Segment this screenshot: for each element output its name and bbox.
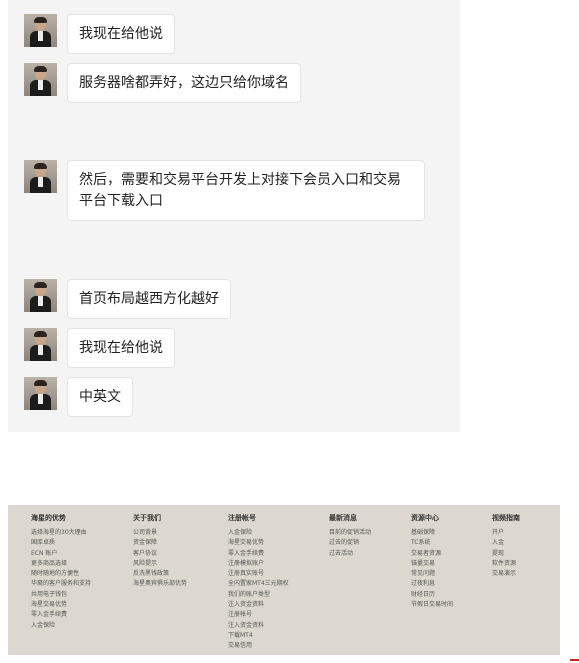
avatar[interactable] [24,63,57,96]
footer-link[interactable]: 注册模拟账户 [228,559,289,569]
footer-link[interactable]: 海星交易优势 [31,600,91,610]
corner-mark [570,659,579,661]
message-bubble[interactable]: 我现在给他说 [67,328,175,368]
footer-link[interactable]: 交易演示 [492,569,520,579]
footer-link[interactable]: 注入资金资料 [228,621,289,631]
footer-link[interactable]: 国库卓质 [31,538,91,548]
footer-link[interactable]: 海星奥宾俱乐部优势 [133,579,187,589]
footer-link[interactable]: 资金保障 [133,538,187,548]
footer-link[interactable]: 财经日历 [411,590,453,600]
avatar[interactable] [24,328,57,361]
avatar[interactable] [24,377,57,410]
avatar[interactable] [24,160,57,193]
footer-link[interactable]: 公司背景 [133,528,187,538]
footer-link[interactable]: 提现 [492,549,520,559]
footer-link[interactable]: 软件资源 [492,559,520,569]
footer-link[interactable]: 注册真实账号 [228,569,289,579]
footer-link[interactable]: ECN 账户 [31,549,91,559]
footer-column-news: 最新消息 目前的促销活动 过去的促销 过去活动 [329,514,371,559]
footer-link[interactable]: 全内置家MT4三元期权 [228,579,289,589]
footer-link[interactable]: 目前的促销活动 [329,528,371,538]
footer-link[interactable]: 节假日交易时间 [411,600,453,610]
footer-link[interactable]: 交易信用 [228,641,289,651]
footer-link[interactable]: 过夜利息 [411,579,453,589]
message-bubble[interactable]: 中英文 [67,377,133,417]
footer-link[interactable]: 开户 [492,528,520,538]
footer-link[interactable]: 过去的促销 [329,538,371,548]
footer-link[interactable]: 零入金手续费 [228,549,289,559]
message-bubble[interactable]: 服务器啥都弄好，这边只给你域名 [67,63,301,103]
footer-link[interactable]: 过去活动 [329,549,371,559]
site-footer: 海星的优势 选择海星的30大理由 国库卓质 ECN 账户 更多商品选择 随时随地… [8,505,560,655]
footer-column-video-guide: 视频指南 开户 入金 提现 软件资源 交易演示 [492,514,520,579]
footer-link[interactable]: 我们的账户类型 [228,590,289,600]
footer-link[interactable]: 共用电子钱包 [31,590,91,600]
message-bubble[interactable]: 然后，需要和交易平台开发上对接下会员入口和交易平台下载入口 [67,160,425,221]
avatar[interactable] [24,14,57,47]
footer-link[interactable]: 入金 [492,538,520,548]
footer-link[interactable]: 注册帐号 [228,610,289,620]
message-bubble[interactable]: 首页布局越西方化越好 [67,279,231,319]
footer-link[interactable]: 选择海星的30大理由 [31,528,91,538]
footer-column-about: 关于我们 公司背景 资金保障 客户协议 风险提示 反洗黑钱政策 海星奥宾俱乐部优… [133,514,187,590]
avatar[interactable] [24,279,57,312]
footer-link[interactable]: 华裔的客户服务和支持 [31,579,91,589]
footer-link[interactable]: 零入金手续费 [31,610,91,620]
footer-link[interactable]: 海星交易优势 [228,538,289,548]
footer-column-title: 关于我们 [133,514,161,522]
footer-column-title: 注册帐号 [228,514,256,522]
footer-column-advantages: 海星的优势 选择海星的30大理由 国库卓质 ECN 账户 更多商品选择 随时随地… [31,514,91,631]
footer-link[interactable]: 更多商品选择 [31,559,91,569]
footer-link[interactable]: 客户协议 [133,549,187,559]
footer-link[interactable]: 注入资金资料 [228,600,289,610]
footer-link[interactable]: TC系统 [411,538,453,548]
footer-link[interactable]: 入金保险 [228,528,289,538]
footer-link[interactable]: 交易者资源 [411,549,453,559]
footer-link[interactable]: 下载MT4 [228,631,289,641]
footer-link[interactable]: 随时随地的方便性 [31,569,91,579]
footer-link[interactable]: 锚量交易 [411,559,453,569]
footer-link[interactable]: 基础保障 [411,528,453,538]
footer-link[interactable]: 反洗黑钱政策 [133,569,187,579]
footer-column-resources: 资源中心 基础保障 TC系统 交易者资源 锚量交易 常见问题 过夜利息 财经日历… [411,514,453,610]
message-bubble[interactable]: 我现在给他说 [67,14,175,54]
footer-column-title: 海星的优势 [31,514,66,522]
footer-column-title: 资源中心 [411,514,439,522]
footer-link[interactable]: 常见问题 [411,569,453,579]
footer-link[interactable]: 风险提示 [133,559,187,569]
footer-column-register: 注册帐号 入金保险 海星交易优势 零入金手续费 注册模拟账户 注册真实账号 全内… [228,514,289,652]
footer-column-title: 视频指南 [492,514,520,522]
footer-column-title: 最新消息 [329,514,357,522]
footer-link[interactable]: 入金保险 [31,621,91,631]
